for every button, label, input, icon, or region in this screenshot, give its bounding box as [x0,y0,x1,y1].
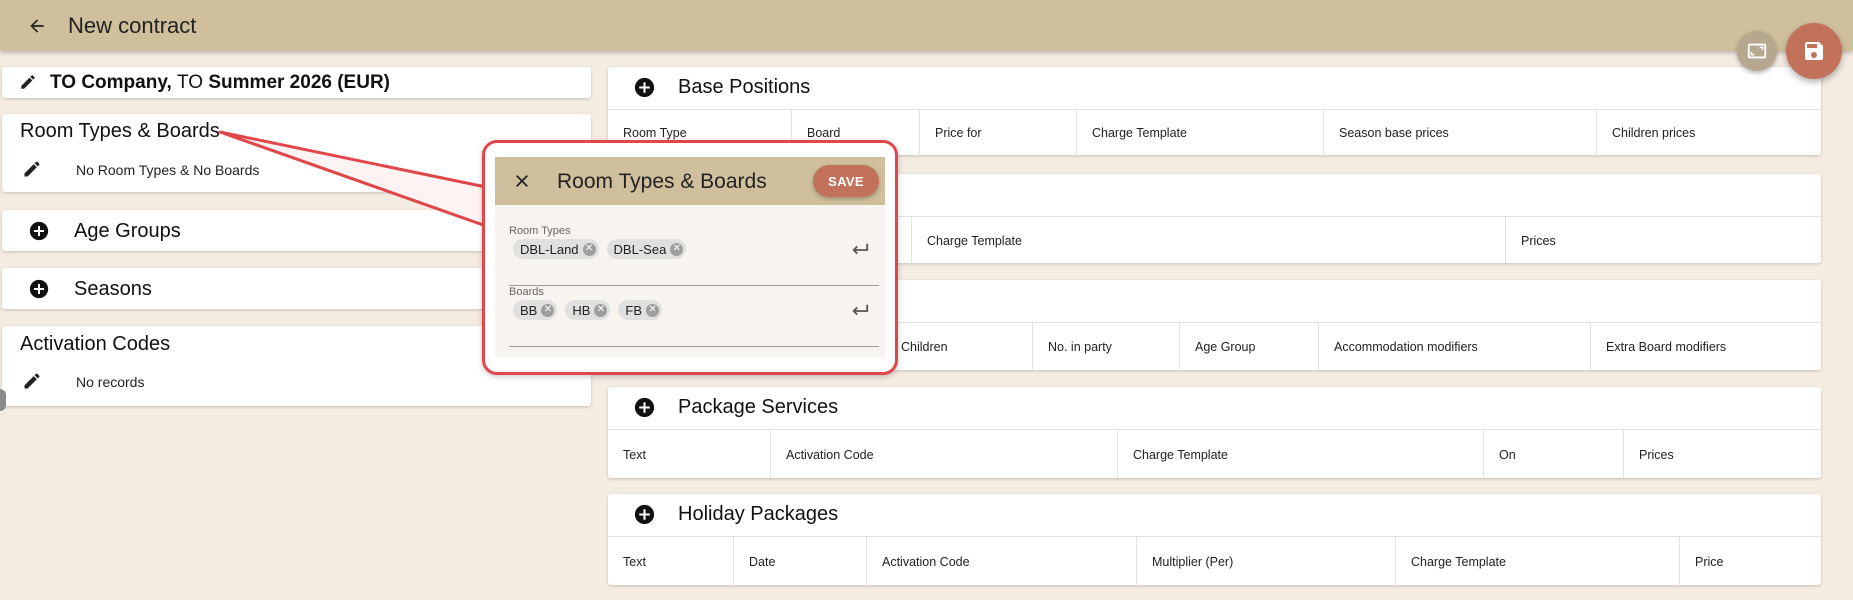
close-icon [516,175,528,187]
chip-cancel-icon[interactable]: ✕ [582,242,596,256]
chip[interactable]: DBL-Sea ✕ [606,239,687,259]
dialog-title: Room Types & Boards [557,170,767,193]
room-types-label: Room Types [509,225,571,237]
dialog-header: Room Types & Boards SAVE [495,157,885,205]
boards-label: Boards [509,286,544,298]
chip-cancel-icon[interactable]: ✕ [670,242,684,256]
callout-dialog: Room Types & Boards SAVE Room Types DBL-… [482,140,898,375]
chip[interactable]: FB ✕ [618,300,663,320]
chip-cancel-icon[interactable]: ✕ [541,303,555,317]
chip-label: DBL-Land [520,241,579,257]
callout-pointer [218,130,488,228]
chip-label: FB [625,302,643,318]
chip[interactable]: HB ✕ [565,300,611,320]
keyboard-return-icon[interactable] [849,302,871,325]
room-types-field[interactable]: Room Types DBL-Land ✕ DBL-Sea ✕ [509,225,879,286]
room-types-dialog: Room Types & Boards SAVE Room Types DBL-… [495,157,885,357]
boards-field[interactable]: Boards BB ✕ HB ✕ FB ✕ [509,286,879,347]
chip-label: HB [572,302,591,318]
room-types-chips: DBL-Land ✕ DBL-Sea ✕ [513,239,687,259]
chip-label: BB [520,302,538,318]
save-button[interactable]: SAVE [813,165,879,197]
close-button[interactable] [511,170,533,192]
chip[interactable]: DBL-Land ✕ [513,239,599,259]
keyboard-return-icon[interactable] [849,241,871,264]
chip-cancel-icon[interactable]: ✕ [594,303,608,317]
boards-chips: BB ✕ HB ✕ FB ✕ [513,300,663,320]
chip[interactable]: BB ✕ [513,300,558,320]
chip-label: DBL-Sea [613,241,667,257]
chip-cancel-icon[interactable]: ✕ [646,303,660,317]
